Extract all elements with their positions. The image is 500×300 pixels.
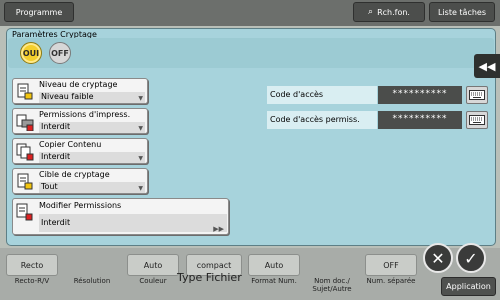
duplex-button[interactable]: Recto (6, 254, 58, 276)
ok-button[interactable]: ✓ (456, 243, 486, 273)
separate-scan-button[interactable]: OFF (365, 254, 417, 276)
close-icon: ✕ (431, 248, 445, 268)
modify-permission-value: Interdit (39, 214, 227, 232)
encryption-target-label: Cible de cryptage (39, 170, 110, 179)
toggle-off-button[interactable]: OFF (49, 42, 71, 64)
cancel-button[interactable]: ✕ (423, 243, 453, 273)
scan-size-button[interactable]: Auto (248, 254, 300, 276)
dropdown-arrow-icon: ▼ (138, 155, 143, 162)
toggle-on-button[interactable]: OUI (20, 42, 42, 64)
encryption-target-button[interactable]: Cible de cryptage Tout ▼ (12, 168, 148, 194)
keyboard-icon (469, 90, 485, 100)
programme-button[interactable]: Programme (4, 2, 74, 22)
task-list-label: Liste tâches (437, 7, 487, 17)
top-bar (0, 0, 500, 26)
permission-code-label: Code d'accès permiss. (267, 111, 377, 129)
collapse-button[interactable]: ◀◀ (474, 54, 500, 78)
programme-label: Programme (15, 7, 63, 17)
application-button[interactable]: Application (441, 277, 496, 296)
scan-size-value: Auto (264, 260, 284, 270)
access-code-label: Code d'accès (267, 86, 377, 104)
separate-scan-value: OFF (383, 260, 399, 270)
color-button[interactable]: Auto (127, 254, 179, 276)
scan-size-label: Format Num. (251, 277, 297, 285)
dropdown-arrow-icon: ▼ (138, 185, 143, 192)
print-permission-icon (16, 114, 34, 131)
encryption-level-button[interactable]: Niveau de cryptage Niveau faible ▼ (12, 78, 148, 104)
encryption-target-value: Tout (39, 182, 145, 193)
document-name-label: Nom doc./ Sujet/Autre (312, 277, 352, 293)
dialog-toggle-bar (8, 38, 494, 68)
encryption-target-icon (17, 173, 33, 190)
access-code-field[interactable]: ********** (378, 86, 462, 104)
encryption-level-label: Niveau de cryptage (39, 80, 118, 89)
modify-permission-icon (16, 203, 33, 221)
print-permission-value: Interdit (39, 122, 145, 133)
modify-permission-button[interactable]: Modifier Permissions Interdit ▶▶ (12, 198, 229, 235)
search-button[interactable]: ⌕ Rch.fon. (353, 2, 425, 22)
task-list-button[interactable]: Liste tâches (429, 2, 495, 22)
keyboard-button[interactable] (466, 111, 488, 129)
file-type-label: Type Fichier (177, 271, 242, 284)
separate-scan-label: Num. séparée (366, 277, 416, 285)
color-label: Couleur (139, 277, 167, 285)
keyboard-icon (469, 115, 485, 125)
print-permission-label: Permissions d'impress. (39, 110, 131, 119)
print-permission-button[interactable]: Permissions d'impress. Interdit ▼ (12, 108, 148, 134)
file-type-value: compact (196, 260, 232, 270)
toggle-on-label: OUI (22, 48, 40, 58)
encryption-level-value: Niveau faible (39, 92, 145, 103)
permission-code-field[interactable]: ********** (378, 111, 462, 129)
duplex-label: Recto-R/V (14, 277, 50, 285)
duplex-value: Recto (20, 260, 44, 270)
copy-content-label: Copier Contenu (39, 140, 102, 149)
search-label: Rch.fon. (377, 7, 410, 17)
modify-permission-label: Modifier Permissions (39, 201, 122, 210)
copy-content-button[interactable]: Copier Contenu Interdit ▼ (12, 138, 148, 164)
dropdown-arrow-icon: ▼ (138, 95, 143, 102)
encryption-level-icon (17, 83, 33, 100)
search-icon: ⌕ (368, 7, 374, 17)
keyboard-button[interactable] (466, 86, 488, 104)
double-right-arrow-icon: ▶▶ (213, 225, 224, 233)
toggle-off-label: OFF (51, 48, 69, 58)
resolution-label: Résolution (73, 277, 111, 285)
double-left-arrow-icon: ◀◀ (478, 59, 496, 73)
dropdown-arrow-icon: ▼ (138, 125, 143, 132)
application-label: Application (446, 282, 491, 291)
check-icon: ✓ (464, 248, 478, 268)
color-value: Auto (143, 260, 163, 270)
copy-content-icon (16, 143, 34, 161)
copy-content-value: Interdit (39, 152, 145, 163)
